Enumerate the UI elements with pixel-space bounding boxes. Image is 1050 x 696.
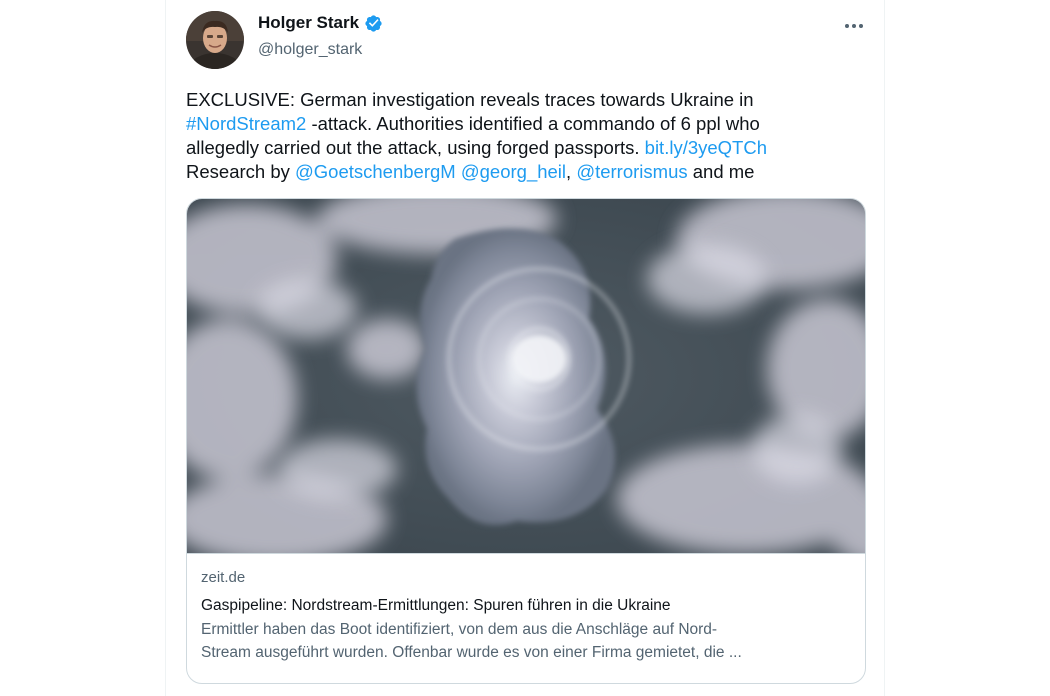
tweet-text-fragment: Research by xyxy=(186,161,295,182)
mention-link[interactable]: @GoetschenbergM xyxy=(295,161,456,182)
link-card-title: Gaspipeline: Nordstream-Ermittlungen: Sp… xyxy=(201,597,671,614)
link-preview-card[interactable]: zeit.de Gaspipeline: Nordstream-Ermittlu… xyxy=(186,198,866,684)
mention-link[interactable]: @terrorismus xyxy=(576,161,687,182)
more-options-button[interactable] xyxy=(838,12,870,40)
short-url-link[interactable]: bit.ly/3yeQTCh xyxy=(645,137,767,158)
more-options-icon xyxy=(845,24,863,28)
mention-link[interactable]: @georg_heil xyxy=(461,161,566,182)
page: Holger Stark @holger_stark EXCLUSIVE: Ge… xyxy=(0,0,1050,696)
tweet-text-fragment: , xyxy=(566,161,577,182)
author-handle[interactable]: @holger_stark xyxy=(258,41,362,59)
author-display-name[interactable]: Holger Stark xyxy=(258,13,359,33)
link-card-description: Ermittler haben das Boot identifiziert, … xyxy=(201,618,851,664)
tweet-text-fragment: -attack. Authorities identified a comman… xyxy=(306,113,760,134)
tweet-text: EXCLUSIVE: German investigation reveals … xyxy=(186,88,866,184)
tweet-text-fragment: allegedly carried out the attack, using … xyxy=(186,137,645,158)
user-portrait-avatar-icon xyxy=(186,11,244,69)
tweet-text-line-2: #NordStream2 -attack. Authorities identi… xyxy=(186,112,866,136)
satellite-image-gas-leak-icon xyxy=(187,199,865,553)
verified-badge-icon xyxy=(364,14,383,33)
link-card-description-line: Ermittler haben das Boot identifiziert, … xyxy=(201,621,718,638)
tweet-text-line-3: allegedly carried out the attack, using … xyxy=(186,136,866,160)
link-card-domain: zeit.de xyxy=(201,569,246,586)
author-name-row: Holger Stark xyxy=(258,13,383,33)
hashtag-link[interactable]: #NordStream2 xyxy=(186,113,306,134)
tweet-text-line-1: EXCLUSIVE: German investigation reveals … xyxy=(186,89,754,110)
link-card-image xyxy=(187,199,865,553)
tweet-text-fragment: and me xyxy=(687,161,755,182)
link-card-description-line: Stream ausgeführt wurden. Offenbar wurde… xyxy=(201,644,742,661)
author-avatar[interactable] xyxy=(186,11,244,69)
tweet-text-line-4: Research by @GoetschenbergM @georg_heil,… xyxy=(186,160,866,184)
link-card-meta: zeit.de Gaspipeline: Nordstream-Ermittlu… xyxy=(187,553,865,683)
tweet-container: Holger Stark @holger_stark EXCLUSIVE: Ge… xyxy=(165,0,885,696)
